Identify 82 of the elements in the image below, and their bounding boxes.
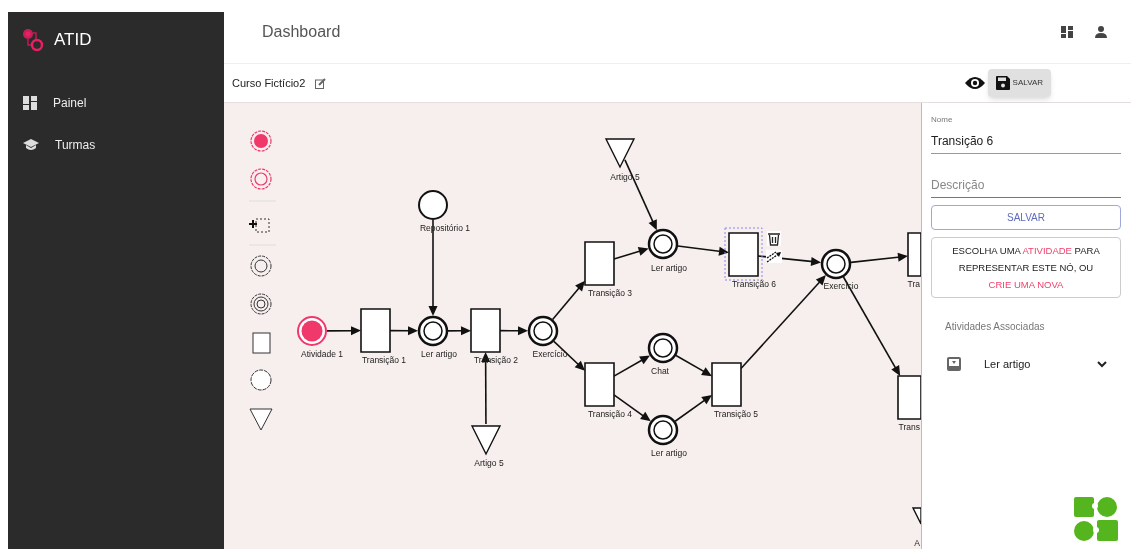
node-label: Chat: [651, 366, 669, 376]
node-label: Artigo 5: [610, 172, 640, 182]
place[interactable]: [647, 414, 679, 446]
rectangle-icon[interactable]: [252, 332, 271, 354]
edit-icon[interactable]: [315, 77, 327, 89]
select-icon[interactable]: [248, 218, 270, 233]
node-label: Artigo 5: [474, 458, 504, 468]
chevron-down-icon[interactable]: [1097, 360, 1107, 368]
node-label: Ler artigo: [651, 448, 687, 458]
arrow: [674, 394, 712, 423]
node-label: Transição 5: [713, 409, 759, 419]
triple-circle-icon[interactable]: [250, 293, 272, 315]
place[interactable]: [647, 332, 679, 364]
arrow: [389, 326, 418, 336]
place[interactable]: [820, 248, 852, 280]
trash-icon[interactable]: [767, 231, 781, 246]
arrow: [447, 326, 471, 336]
transition[interactable]: [584, 241, 615, 286]
page-title: Dashboard: [262, 21, 341, 42]
dashboard-icon: [23, 96, 37, 110]
content-triangle[interactable]: [604, 138, 636, 169]
node-label: Tra: [907, 279, 920, 289]
course-name: Curso Fictício2: [232, 75, 306, 91]
circle-icon[interactable]: [250, 369, 272, 391]
start-place[interactable]: [297, 316, 327, 346]
end-place-icon[interactable]: [250, 168, 272, 190]
link[interactable]: ATIVIDADE: [1022, 245, 1072, 256]
nav-item[interactable]: Painel: [8, 82, 224, 124]
arrow: [613, 355, 650, 377]
node-label: Ler artigo: [421, 349, 457, 359]
logo-icon: [1074, 497, 1118, 541]
node-label: Ler artigo: [651, 263, 687, 273]
node-label: Exercício: [532, 349, 568, 359]
nav-item[interactable]: Turmas: [8, 124, 224, 166]
start-place-icon[interactable]: [250, 130, 272, 152]
arrow: [757, 255, 822, 266]
user-icon[interactable]: [1095, 25, 1107, 38]
node-label: Atividade 1: [300, 349, 344, 359]
node-label: Transição 1: [361, 355, 407, 365]
arrow: [677, 245, 729, 256]
field-label: Nome: [931, 114, 953, 126]
content-triangle[interactable]: [911, 507, 921, 525]
connect-icon[interactable]: [766, 250, 782, 263]
place[interactable]: [647, 228, 679, 260]
transition[interactable]: [724, 227, 763, 281]
arrow: [613, 247, 649, 260]
triangle-icon[interactable]: [249, 408, 273, 431]
place[interactable]: [527, 315, 559, 347]
arrow: [326, 326, 361, 336]
transition[interactable]: [470, 308, 501, 353]
name-field[interactable]: Transição 6: [931, 132, 1121, 154]
transition[interactable]: [360, 308, 391, 353]
notice-text: ESCOLHA UMA ATIVIDADE PARA REPRESENTAR ESTE NÓ, OU CRIE UMA NOVA: [951, 244, 1101, 292]
node-label: Transição 6: [731, 279, 777, 289]
description-field[interactable]: Descrição: [931, 176, 1121, 198]
arrow: [499, 326, 528, 336]
eye-icon[interactable]: [963, 76, 986, 90]
graduation-cap-icon: [23, 139, 39, 151]
section-title: Atividades Associadas: [945, 320, 1046, 334]
link[interactable]: CRIE UMA NOVA: [988, 279, 1064, 290]
activity-item[interactable]: Ler artigo: [931, 351, 1121, 377]
transition[interactable]: [711, 362, 742, 407]
app-name: ATID: [54, 29, 92, 52]
arrow: [675, 354, 712, 377]
node-label: Transição 3: [587, 288, 633, 298]
transition[interactable]: [584, 362, 615, 407]
arrow: [551, 280, 585, 321]
double-circle-icon[interactable]: [250, 255, 272, 277]
activity-name: Ler artigo: [984, 356, 1031, 372]
inbox-icon: [947, 357, 961, 371]
logo-icon: [22, 28, 44, 52]
save-icon: [995, 76, 1010, 90]
arrow: [850, 252, 908, 264]
node-label: A: [914, 538, 920, 548]
place[interactable]: [417, 315, 449, 347]
content-triangle[interactable]: [470, 425, 502, 456]
node-label: Trans: [898, 422, 920, 432]
save-button[interactable]: SALVAR: [987, 69, 1051, 97]
resource-place[interactable]: [418, 190, 448, 220]
node-label: Transição 4: [587, 409, 633, 419]
dashboard-icon[interactable]: [1061, 25, 1073, 38]
save-button[interactable]: SALVAR: [931, 205, 1121, 230]
